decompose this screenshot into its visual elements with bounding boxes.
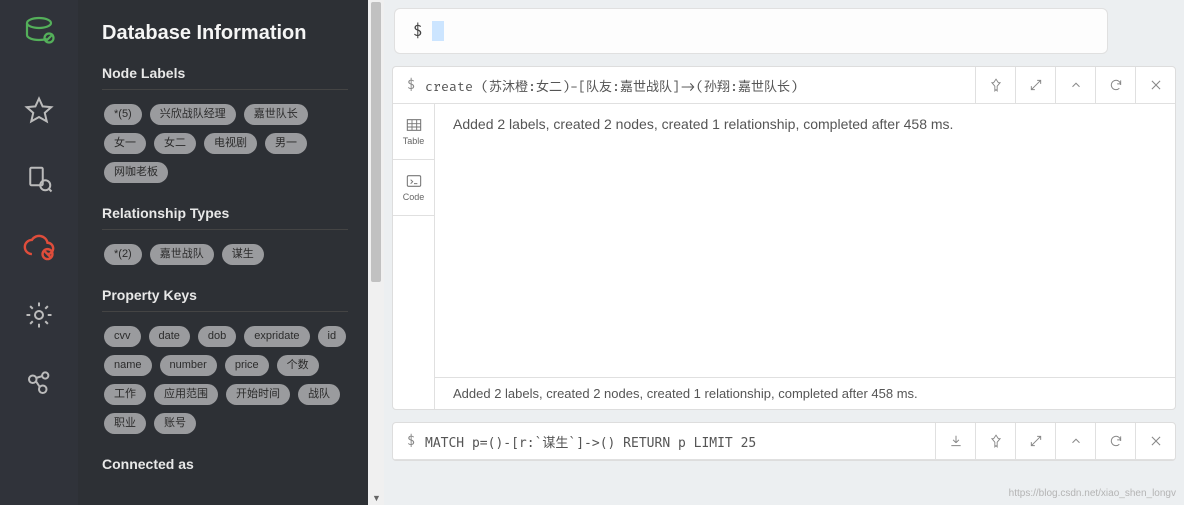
- collapse-up-button[interactable]: [1055, 423, 1095, 459]
- expand-button[interactable]: [1015, 67, 1055, 103]
- input-prompt: $: [413, 22, 422, 41]
- divider: [102, 311, 348, 312]
- frame-command[interactable]: $ MATCH p=()-[r:`谋生`]->() RETURN p LIMIT…: [393, 423, 935, 459]
- property-key-chip[interactable]: 工作: [104, 384, 146, 405]
- rail-favorites[interactable]: [0, 77, 78, 145]
- frame-command[interactable]: $ create (苏沐橙:女二)-[队友:嘉世战队]->(孙翔:嘉世队长): [393, 67, 975, 103]
- frame-header: $ MATCH p=()-[r:`谋生`]->() RETURN p LIMIT…: [393, 423, 1175, 460]
- neo4j-logo: [22, 12, 56, 51]
- property-key-chip[interactable]: name: [104, 355, 152, 376]
- divider: [102, 89, 348, 90]
- frame-header: $ create (苏沐橙:女二)-[队友:嘉世战队]->(孙翔:嘉世队长): [393, 67, 1175, 104]
- result-frame-1: $ create (苏沐橙:女二)-[队友:嘉世战队]->(孙翔:嘉世队长) T…: [392, 66, 1176, 410]
- relationship-type-chip[interactable]: 谋生: [222, 244, 264, 265]
- property-key-chip[interactable]: expridate: [244, 326, 309, 347]
- node-label-chip[interactable]: 女一: [104, 133, 146, 154]
- property-key-chip[interactable]: 账号: [154, 413, 196, 434]
- run-button[interactable]: [1166, 18, 1174, 44]
- property-key-chip[interactable]: 应用范围: [154, 384, 218, 405]
- property-key-chip[interactable]: id: [318, 326, 347, 347]
- text-cursor: [432, 21, 444, 41]
- property-key-chip[interactable]: 个数: [277, 355, 319, 376]
- relationship-type-chip[interactable]: *(2): [104, 244, 142, 265]
- property-keys-section: Property Keys cvvdatedob expridate id namen…: [102, 287, 348, 434]
- property-key-chip[interactable]: date: [149, 326, 190, 347]
- cypher-input[interactable]: $: [394, 8, 1108, 54]
- pin-button[interactable]: [975, 423, 1015, 459]
- node-label-chip[interactable]: 男一: [265, 133, 307, 154]
- download-button[interactable]: [935, 423, 975, 459]
- node-labels-heading: Node Labels: [102, 65, 348, 81]
- table-tab-label: Table: [403, 136, 425, 146]
- rerun-button[interactable]: [1095, 67, 1135, 103]
- divider: [102, 229, 348, 230]
- favorite-button[interactable]: [1122, 18, 1130, 44]
- code-tab[interactable]: Code: [393, 160, 434, 216]
- property-key-chip[interactable]: 职业: [104, 413, 146, 434]
- query-bar: $: [392, 8, 1176, 54]
- property-key-chip[interactable]: cvv: [104, 326, 141, 347]
- node-label-chip[interactable]: 网咖老板: [104, 162, 168, 183]
- close-button[interactable]: [1135, 423, 1175, 459]
- node-label-chip[interactable]: *(5): [104, 104, 142, 125]
- sidebar-scrollbar[interactable]: ▼: [368, 0, 384, 505]
- expand-button[interactable]: [1015, 423, 1055, 459]
- scroll-down-arrow[interactable]: ▼: [372, 493, 381, 503]
- cmd-text: create (苏沐橙:女二)-[队友:嘉世战队]->(孙翔:嘉世队长): [425, 76, 798, 95]
- code-tab-label: Code: [403, 192, 425, 202]
- pin-button[interactable]: [975, 67, 1015, 103]
- view-tabs: Table Code: [393, 104, 435, 409]
- relationship-types-heading: Relationship Types: [102, 205, 348, 221]
- result-frame-2: $ MATCH p=()-[r:`谋生`]->() RETURN p LIMIT…: [392, 422, 1176, 461]
- cmd-text: MATCH p=()-[r:`谋生`]->() RETURN p LIMIT 2…: [425, 432, 756, 451]
- rail-about[interactable]: [0, 349, 78, 417]
- panel-title: Database Information: [102, 22, 348, 45]
- node-label-chip[interactable]: 电视剧: [204, 133, 257, 154]
- frame-content: Added 2 labels, created 2 nodes, created…: [435, 104, 1175, 409]
- relationship-types-section: Relationship Types *(2) 嘉世战队谋生: [102, 205, 348, 265]
- collapse-up-button[interactable]: [1055, 67, 1095, 103]
- clear-button[interactable]: [1144, 18, 1152, 44]
- property-key-chip[interactable]: 开始时间: [226, 384, 290, 405]
- connected-as-heading: Connected as: [102, 456, 348, 472]
- node-label-chip[interactable]: 兴欣战队经理: [150, 104, 236, 125]
- table-tab[interactable]: Table: [393, 104, 434, 160]
- property-key-chip[interactable]: dob: [198, 326, 236, 347]
- database-info-panel: Database Information Node Labels *(5) 兴欣战…: [78, 0, 368, 505]
- connected-as-section: Connected as: [102, 456, 348, 472]
- close-button[interactable]: [1135, 67, 1175, 103]
- rail-settings[interactable]: [0, 281, 78, 349]
- node-label-chip[interactable]: 嘉世队长: [244, 104, 308, 125]
- scrollbar-thumb[interactable]: [371, 2, 381, 282]
- rail-documents[interactable]: [0, 145, 78, 213]
- cmd-prompt: $: [407, 77, 415, 93]
- property-key-chip[interactable]: price: [225, 355, 269, 376]
- icon-rail: [0, 0, 78, 505]
- node-labels-section: Node Labels *(5) 兴欣战队经理嘉世队长女一女二电视剧男一网咖老板: [102, 65, 348, 183]
- cmd-prompt: $: [407, 433, 415, 449]
- rail-cloud-active[interactable]: [0, 213, 78, 281]
- property-key-chip[interactable]: 战队: [298, 384, 340, 405]
- watermark: https://blog.csdn.net/xiao_shen_longv: [1009, 488, 1176, 499]
- main-area: $ $ create (苏沐橙:女二)-[队友:嘉世战队]->(孙翔:嘉世队长): [384, 0, 1184, 505]
- frame-footer: Added 2 labels, created 2 nodes, created…: [435, 377, 1175, 409]
- rerun-button[interactable]: [1095, 423, 1135, 459]
- property-key-chip[interactable]: number: [160, 355, 217, 376]
- property-keys-heading: Property Keys: [102, 287, 348, 303]
- node-label-chip[interactable]: 女二: [154, 133, 196, 154]
- result-text: Added 2 labels, created 2 nodes, created…: [435, 104, 1175, 377]
- relationship-type-chip[interactable]: 嘉世战队: [150, 244, 214, 265]
